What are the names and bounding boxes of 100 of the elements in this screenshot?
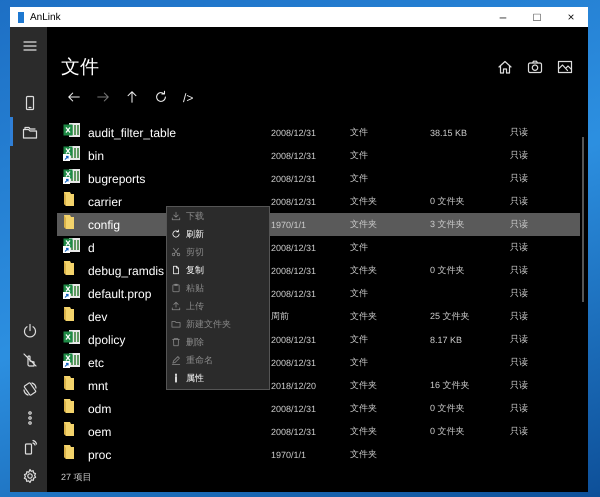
type-cell: 文件 — [350, 356, 368, 369]
size-cell: 25 文件夹 — [430, 310, 470, 323]
type-cell: 文件夹 — [350, 218, 377, 231]
type-cell: 文件夹 — [350, 448, 377, 461]
spreadsheet-file-icon — [63, 329, 81, 345]
date-cell: 2008/12/31 — [271, 174, 316, 184]
menu-item[interactable]: 复制 — [167, 261, 269, 279]
app-icon — [18, 12, 24, 22]
folder-icon — [171, 319, 181, 329]
up-arrow-icon — [125, 90, 139, 104]
folder-icon — [63, 191, 75, 207]
forward-arrow-icon — [96, 90, 110, 104]
date-cell: 2008/12/31 — [271, 196, 316, 206]
permission-cell: 只读 — [510, 402, 528, 415]
size-cell: 0 文件夹 — [430, 264, 465, 277]
no-touch-icon — [22, 352, 38, 368]
menu-item[interactable]: 属性 — [167, 369, 269, 387]
file-name: proc — [88, 448, 112, 462]
linked-spreadsheet-file-icon — [63, 352, 81, 368]
refresh-icon — [154, 90, 168, 104]
date-cell: 2018/12/20 — [271, 380, 316, 390]
trash-icon — [171, 337, 181, 347]
file-name: bugreports — [88, 172, 146, 186]
page-title: 文件 — [61, 56, 100, 80]
copy-icon — [171, 265, 181, 275]
header-action-button[interactable] — [556, 58, 574, 76]
permission-cell: 只读 — [510, 379, 528, 392]
power-icon — [22, 322, 38, 338]
path-button[interactable]: /> — [183, 91, 194, 105]
window-control-button[interactable]: × — [554, 7, 588, 27]
type-cell: 文件 — [350, 287, 368, 300]
linked-spreadsheet-file-icon — [63, 168, 81, 184]
folder-icon — [63, 444, 75, 460]
home-icon — [497, 59, 513, 75]
pencil-icon — [171, 355, 181, 365]
refresh-icon — [171, 229, 181, 239]
header-action-button[interactable] — [496, 58, 514, 76]
permission-cell: 只读 — [510, 195, 528, 208]
linked-spreadsheet-file-icon — [63, 237, 81, 253]
permission-cell: 只读 — [510, 126, 528, 139]
settings-icon — [22, 468, 38, 484]
date-cell: 1970/1/1 — [271, 220, 306, 230]
permission-cell: 只读 — [510, 264, 528, 277]
type-cell: 文件 — [350, 126, 368, 139]
permission-cell: 只读 — [510, 218, 528, 231]
date-cell: 2008/12/31 — [271, 358, 316, 368]
permission-cell: 只读 — [510, 149, 528, 162]
file-name: default.prop — [88, 286, 152, 300]
type-cell: 文件 — [350, 149, 368, 162]
clipboard-icon — [171, 283, 181, 293]
permission-cell: 只读 — [510, 172, 528, 185]
date-cell: 2008/12/31 — [271, 426, 316, 436]
type-cell: 文件夹 — [350, 379, 377, 392]
folder-icon — [63, 260, 75, 276]
linked-spreadsheet-file-icon — [63, 283, 81, 299]
permission-cell: 只读 — [510, 241, 528, 254]
phone-signal-icon — [22, 438, 38, 454]
type-cell: 文件夹 — [350, 195, 377, 208]
file-name: oem — [88, 424, 112, 438]
rotate-icon — [22, 380, 38, 396]
date-cell: 2008/12/31 — [271, 150, 316, 160]
type-cell: 文件夹 — [350, 402, 377, 415]
file-name: d — [88, 240, 95, 254]
image-icon — [557, 59, 573, 75]
window-control-button[interactable]: □ — [520, 7, 554, 27]
size-cell: 38.15 KB — [430, 128, 468, 138]
date-cell: 2008/12/31 — [271, 128, 316, 138]
folder-icon — [63, 375, 75, 391]
file-name: etc — [88, 356, 104, 370]
window-title: AnLink — [30, 12, 62, 22]
type-cell: 文件夹 — [350, 425, 377, 438]
file-name: odm — [88, 402, 112, 416]
header-action-button[interactable] — [526, 58, 544, 76]
type-cell: 文件夹 — [350, 310, 377, 323]
date-cell: 2008/12/31 — [271, 404, 316, 414]
folder-icon — [63, 421, 75, 437]
file-name: audit_filter_table — [88, 126, 176, 140]
type-cell: 文件 — [350, 172, 368, 185]
size-cell: 16 文件夹 — [430, 379, 470, 392]
scrollbar[interactable] — [582, 137, 584, 302]
permission-cell: 只读 — [510, 356, 528, 369]
file-name: carrier — [88, 194, 122, 208]
type-cell: 文件 — [350, 333, 368, 346]
folder-icon — [63, 214, 75, 230]
date-cell: 周前 — [271, 310, 289, 323]
file-name: config — [88, 218, 120, 232]
permission-cell: 只读 — [510, 310, 528, 323]
date-cell: 2008/12/31 — [271, 334, 316, 344]
download-icon — [171, 211, 181, 221]
file-name: debug_ramdis — [88, 264, 164, 278]
item-count: 27 项目 — [60, 471, 93, 484]
file-name: bin — [88, 148, 104, 162]
size-cell: 0 文件夹 — [430, 425, 465, 438]
scissors-icon — [171, 247, 181, 257]
upload-icon — [171, 301, 181, 311]
type-cell: 文件夹 — [350, 264, 377, 277]
permission-cell: 只读 — [510, 425, 528, 438]
window-control-button[interactable]: – — [486, 7, 520, 27]
date-cell: 2008/12/31 — [271, 242, 316, 252]
menu-item[interactable]: 刷新 — [167, 225, 269, 243]
